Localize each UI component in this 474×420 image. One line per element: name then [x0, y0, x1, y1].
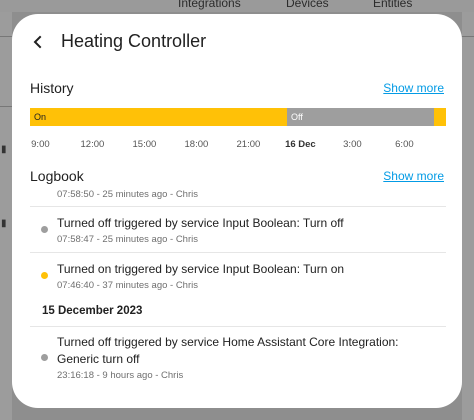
- logbook-date-heading: 15 December 2023: [42, 305, 143, 317]
- timeline-tick-label: 16 Dec: [285, 139, 316, 150]
- bg-icon: ▮: [1, 218, 7, 229]
- logbook-entry-meta: 07:58:50 - 25 minutes ago - Chris: [57, 190, 198, 200]
- logbook-entry-text: Turned on triggered by service Input Boo…: [57, 262, 345, 276]
- bg-tab-devices: Devices: [286, 0, 329, 10]
- bg-divider: [462, 36, 474, 37]
- history-timeline[interactable]: On Off: [30, 108, 446, 126]
- timeline-tick-label: 3:00: [343, 139, 362, 150]
- history-show-more-link[interactable]: Show more: [383, 81, 444, 95]
- bg-divider: [0, 106, 12, 107]
- bg-divider: [0, 36, 12, 37]
- bg-icon: ▮: [1, 144, 7, 155]
- background-left-strip: ▮ ▮: [0, 12, 12, 420]
- logbook-entry-text-line2: Generic turn off: [57, 352, 140, 366]
- logbook-entry[interactable]: Turned off triggered by service Home Ass…: [12, 326, 462, 396]
- logbook-heading: Logbook: [30, 168, 84, 184]
- logbook-entry[interactable]: Turned off triggered by service Input Bo…: [12, 206, 462, 254]
- background-right-strip: [462, 12, 474, 420]
- logbook-list[interactable]: 07:58:50 - 25 minutes ago - Chris Turned…: [12, 190, 462, 408]
- state-on-dot: [41, 272, 48, 279]
- history-heading: History: [30, 80, 74, 96]
- back-button[interactable]: [26, 30, 50, 54]
- background-topbar: Integrations Devices Entities: [0, 0, 474, 12]
- state-off-dot: [41, 226, 48, 233]
- timeline-segment-off[interactable]: Off: [287, 108, 434, 126]
- more-info-dialog: Heating Controller History Show more On O…: [12, 14, 462, 408]
- timeline-tick-label: 18:00: [184, 139, 209, 150]
- timeline-segment-on[interactable]: On: [30, 108, 287, 126]
- timeline-tick-label: 9:00: [31, 139, 50, 150]
- dialog-title: Heating Controller: [61, 31, 207, 51]
- bg-tab-entities: Entities: [373, 0, 413, 10]
- logbook-entry-meta: 07:58:47 - 25 minutes ago - Chris: [57, 234, 198, 245]
- dialog-header: Heating Controller: [12, 14, 462, 70]
- logbook-entry[interactable]: Turned on triggered by service Input Boo…: [12, 252, 462, 300]
- state-off-dot: [41, 354, 48, 361]
- logbook-entry-meta: 23:16:18 - 9 hours ago - Chris: [57, 370, 184, 381]
- bg-tab-integrations: Integrations: [178, 0, 241, 10]
- timeline-tick-label: 6:00: [395, 139, 414, 150]
- chevron-left-icon: [33, 35, 42, 49]
- timeline-tick-label: 12:00: [80, 139, 105, 150]
- logbook-entry-text: Turned off triggered by service Input Bo…: [57, 216, 344, 230]
- timeline-tick-label: 15:00: [132, 139, 157, 150]
- logbook-show-more-link[interactable]: Show more: [383, 169, 444, 183]
- timeline-segment-on[interactable]: [434, 108, 446, 126]
- logbook-entry-meta: 07:46:40 - 37 minutes ago - Chris: [57, 280, 198, 291]
- timeline-tick-label: 21:00: [236, 139, 261, 150]
- logbook-entry-text-line1: Turned off triggered by service Home Ass…: [57, 335, 399, 349]
